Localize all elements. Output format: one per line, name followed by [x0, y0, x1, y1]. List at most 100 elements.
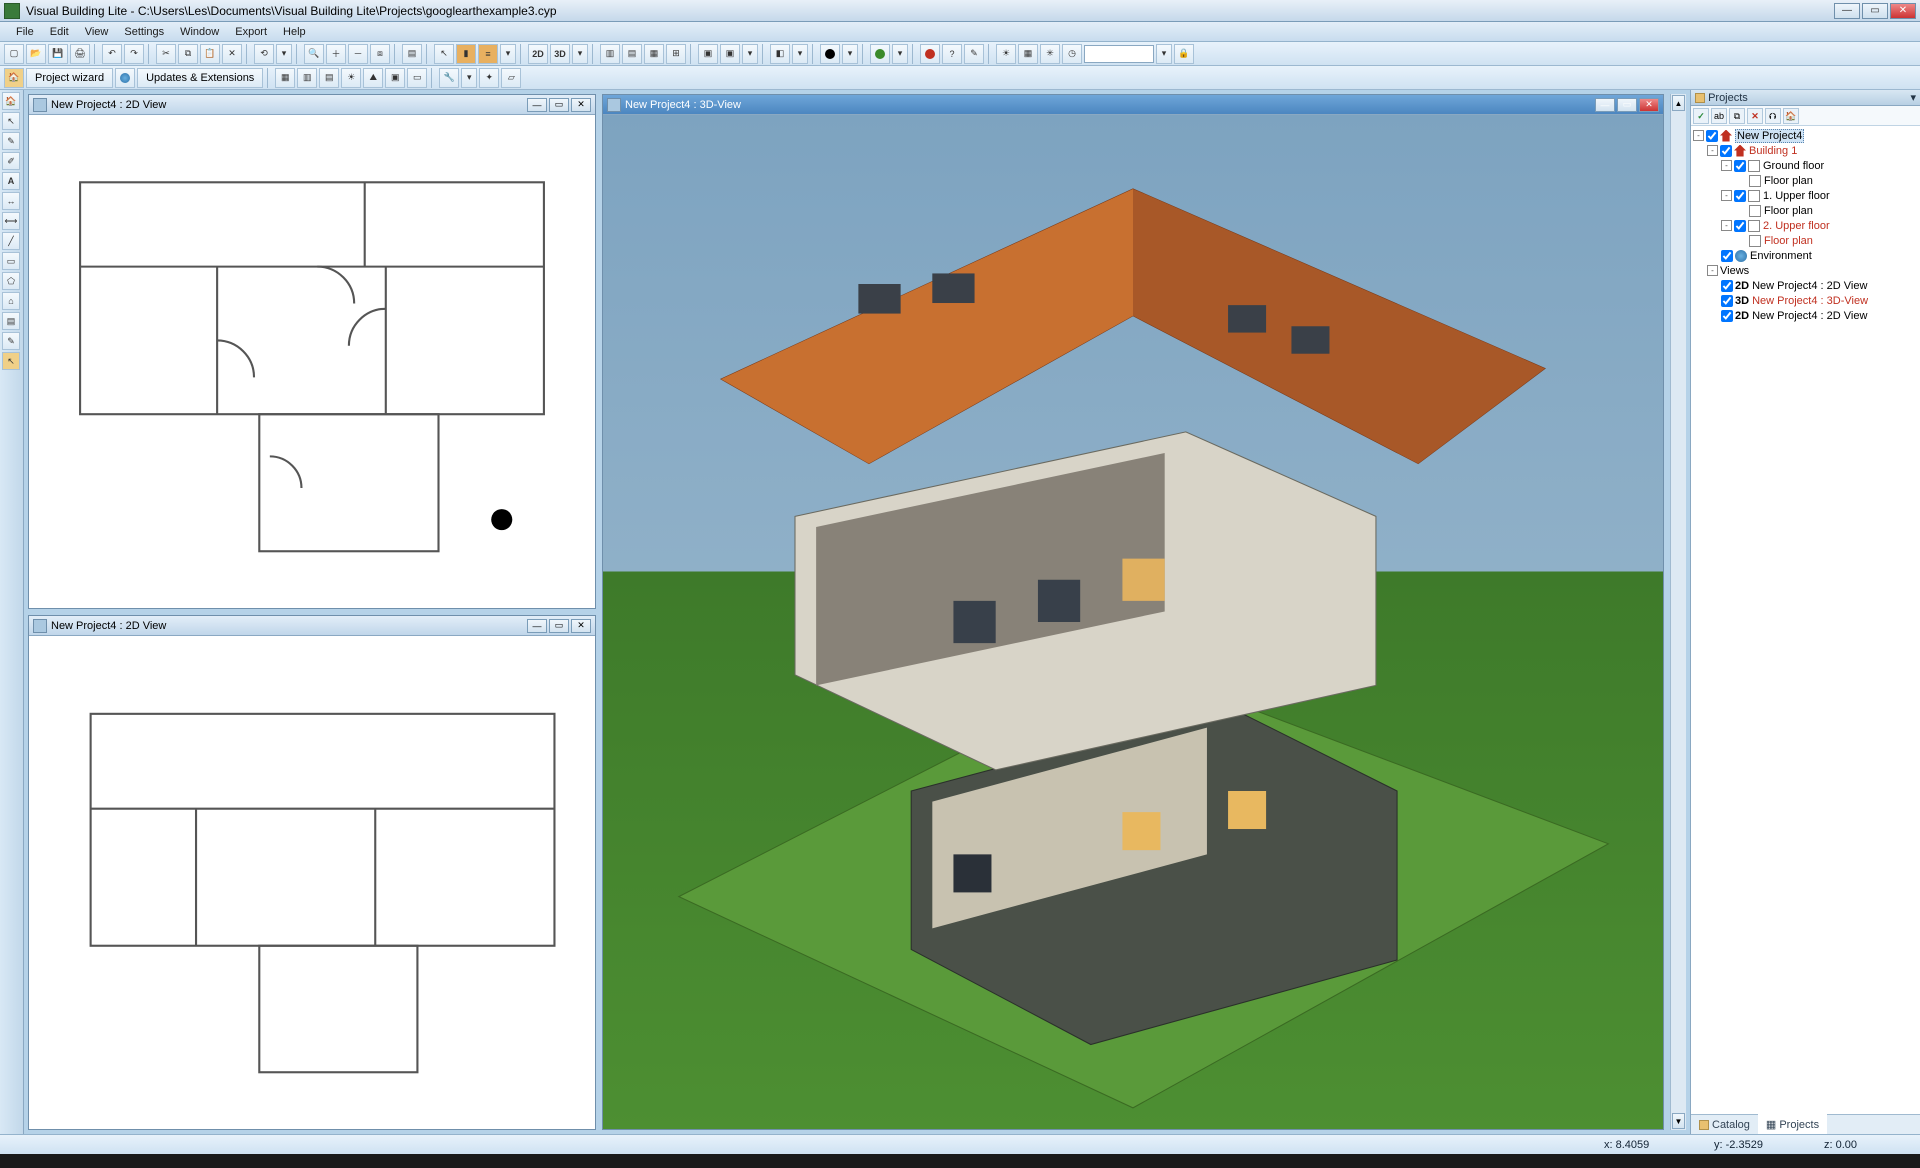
snap-icon[interactable]: ▤	[319, 68, 339, 88]
document-icon[interactable]: ▤	[402, 44, 422, 64]
lt-paint-icon[interactable]: ✎	[2, 332, 20, 350]
redo-button[interactable]: ↷	[124, 44, 144, 64]
tree-upper1[interactable]: - 1. Upper floor	[1693, 188, 1918, 203]
maximize-button[interactable]: ▭	[1862, 3, 1888, 19]
lt-pencil-icon[interactable]: ✎	[2, 132, 20, 150]
scroll-down-icon[interactable]: ▼	[1672, 1113, 1685, 1129]
layer-plus-button[interactable]: ▣	[720, 44, 740, 64]
rotate-button[interactable]: ⟲	[254, 44, 274, 64]
menu-export[interactable]: Export	[227, 24, 275, 40]
projects-panel-header[interactable]: Projects ▾	[1691, 90, 1920, 106]
lt-stairs-icon[interactable]: ▤	[2, 312, 20, 330]
tree-view-1[interactable]: 2D New Project4 : 2D View	[1693, 278, 1918, 293]
window-tile-v-button[interactable]: ▤	[622, 44, 642, 64]
cube-dropdown[interactable]: ▾	[792, 44, 808, 64]
wall-icon[interactable]: ▮	[456, 44, 476, 64]
updates-button[interactable]: Updates & Extensions	[137, 68, 263, 88]
cursor-icon[interactable]: ↖	[434, 44, 454, 64]
zoom-window-button[interactable]: ⧈	[370, 44, 390, 64]
menu-help[interactable]: Help	[275, 24, 314, 40]
lock-icon[interactable]: 🔒	[1174, 44, 1194, 64]
cube-icon[interactable]: ◧	[770, 44, 790, 64]
overlay-icon[interactable]: ▣	[385, 68, 405, 88]
menu-edit[interactable]: Edit	[42, 24, 77, 40]
project-tree[interactable]: - New Project4 - Building 1 - Ground flo…	[1691, 126, 1920, 1114]
window-2d-a-close[interactable]: ✕	[571, 98, 591, 112]
zoom-out-button[interactable]: －	[348, 44, 368, 64]
grid1-icon[interactable]: ▥	[297, 68, 317, 88]
window-2d-b-max[interactable]: ▭	[549, 619, 569, 633]
tree-view-3[interactable]: 2D New Project4 : 2D View	[1693, 308, 1918, 323]
lt-text-icon[interactable]: A	[2, 172, 20, 190]
window-tile-h-button[interactable]: ▥	[600, 44, 620, 64]
zoom-fit-button[interactable]: 🔍	[304, 44, 324, 64]
paste-button[interactable]: 📋	[200, 44, 220, 64]
grid-toggle-icon[interactable]: ▦	[275, 68, 295, 88]
window-3d-close[interactable]: ✕	[1639, 98, 1659, 112]
time-input[interactable]	[1084, 45, 1154, 63]
menu-settings[interactable]: Settings	[116, 24, 172, 40]
window-3d-body[interactable]	[603, 115, 1663, 1129]
lt-poly-icon[interactable]: ⬠	[2, 272, 20, 290]
print-button[interactable]: 🖨	[70, 44, 90, 64]
sun-icon[interactable]: ☀	[996, 44, 1016, 64]
layer-dropdown[interactable]: ▾	[742, 44, 758, 64]
minimize-button[interactable]: —	[1834, 3, 1860, 19]
view-3d-button[interactable]: 3D	[550, 44, 570, 64]
mdi-scrollbar[interactable]: ▲ ▼	[1670, 94, 1686, 1130]
star-icon[interactable]: ✦	[479, 68, 499, 88]
color-green-icon[interactable]	[870, 44, 890, 64]
tree-view-2[interactable]: 3D New Project4 : 3D-View	[1693, 293, 1918, 308]
copy-button[interactable]: ⧉	[178, 44, 198, 64]
window-2d-b-titlebar[interactable]: New Project4 : 2D View — ▭ ✕	[29, 616, 595, 636]
window-2d-b-close[interactable]: ✕	[571, 619, 591, 633]
window-2d-a-body[interactable]	[29, 115, 595, 608]
duplicate-icon[interactable]: ⧉	[1729, 108, 1745, 124]
tree-environment[interactable]: Environment	[1693, 248, 1918, 263]
close-button[interactable]: ✕	[1890, 3, 1916, 19]
color-red-icon[interactable]	[920, 44, 940, 64]
tree-ground-floor[interactable]: - Ground floor	[1693, 158, 1918, 173]
window-2d-b-body[interactable]	[29, 636, 595, 1129]
layer-button[interactable]: ▣	[698, 44, 718, 64]
tree-views[interactable]: - Views	[1693, 263, 1918, 278]
wrench-icon[interactable]: 🔧	[439, 68, 459, 88]
sun2-icon[interactable]: ☀	[341, 68, 361, 88]
tree-upper2-plan[interactable]: Floor plan	[1693, 233, 1918, 248]
check-icon[interactable]: ✓	[1693, 108, 1709, 124]
lt-dim-icon[interactable]: ⟷	[2, 212, 20, 230]
lt-measure-icon[interactable]: ↔	[2, 192, 20, 210]
lt-roof-icon[interactable]: ⌂	[2, 292, 20, 310]
new-button[interactable]: ▢	[4, 44, 24, 64]
clock-icon[interactable]: ◷	[1062, 44, 1082, 64]
os-taskbar[interactable]	[0, 1154, 1920, 1168]
calendar-icon[interactable]: ▦	[1018, 44, 1038, 64]
delete-icon[interactable]: ✕	[1747, 108, 1763, 124]
zoom-in-button[interactable]: ＋	[326, 44, 346, 64]
window-3d-min[interactable]: —	[1595, 98, 1615, 112]
home-icon[interactable]: 🏠	[4, 68, 24, 88]
window-3d-titlebar[interactable]: New Project4 : 3D-View — ▭ ✕	[603, 95, 1663, 115]
project-wizard-button[interactable]: Project wizard	[26, 68, 113, 88]
open-button[interactable]: 📂	[26, 44, 46, 64]
tab-catalog[interactable]: Catalog	[1691, 1115, 1758, 1134]
window-2d-b-min[interactable]: —	[527, 619, 547, 633]
view-3d-dropdown[interactable]: ▾	[572, 44, 588, 64]
move-up-icon[interactable]: ⮉	[1765, 108, 1781, 124]
home2-icon[interactable]: 🏠	[1783, 108, 1799, 124]
layers-icon[interactable]: ▱	[501, 68, 521, 88]
lt-line-icon[interactable]: ╱	[2, 232, 20, 250]
lt-rect-icon[interactable]: ▭	[2, 252, 20, 270]
wand-icon[interactable]: ✎	[964, 44, 984, 64]
view-2d-button[interactable]: 2D	[528, 44, 548, 64]
menu-file[interactable]: File	[8, 24, 42, 40]
tree-root[interactable]: - New Project4	[1693, 128, 1918, 143]
globe-icon[interactable]	[115, 68, 135, 88]
align-icon[interactable]: ≡	[478, 44, 498, 64]
scroll-up-icon[interactable]: ▲	[1672, 95, 1685, 111]
tab-projects[interactable]: ▦ Projects	[1758, 1114, 1827, 1134]
tree-building[interactable]: - Building 1	[1693, 143, 1918, 158]
menu-window[interactable]: Window	[172, 24, 227, 40]
window-3d-max[interactable]: ▭	[1617, 98, 1637, 112]
lt-cursor-icon[interactable]: ↖	[2, 112, 20, 130]
